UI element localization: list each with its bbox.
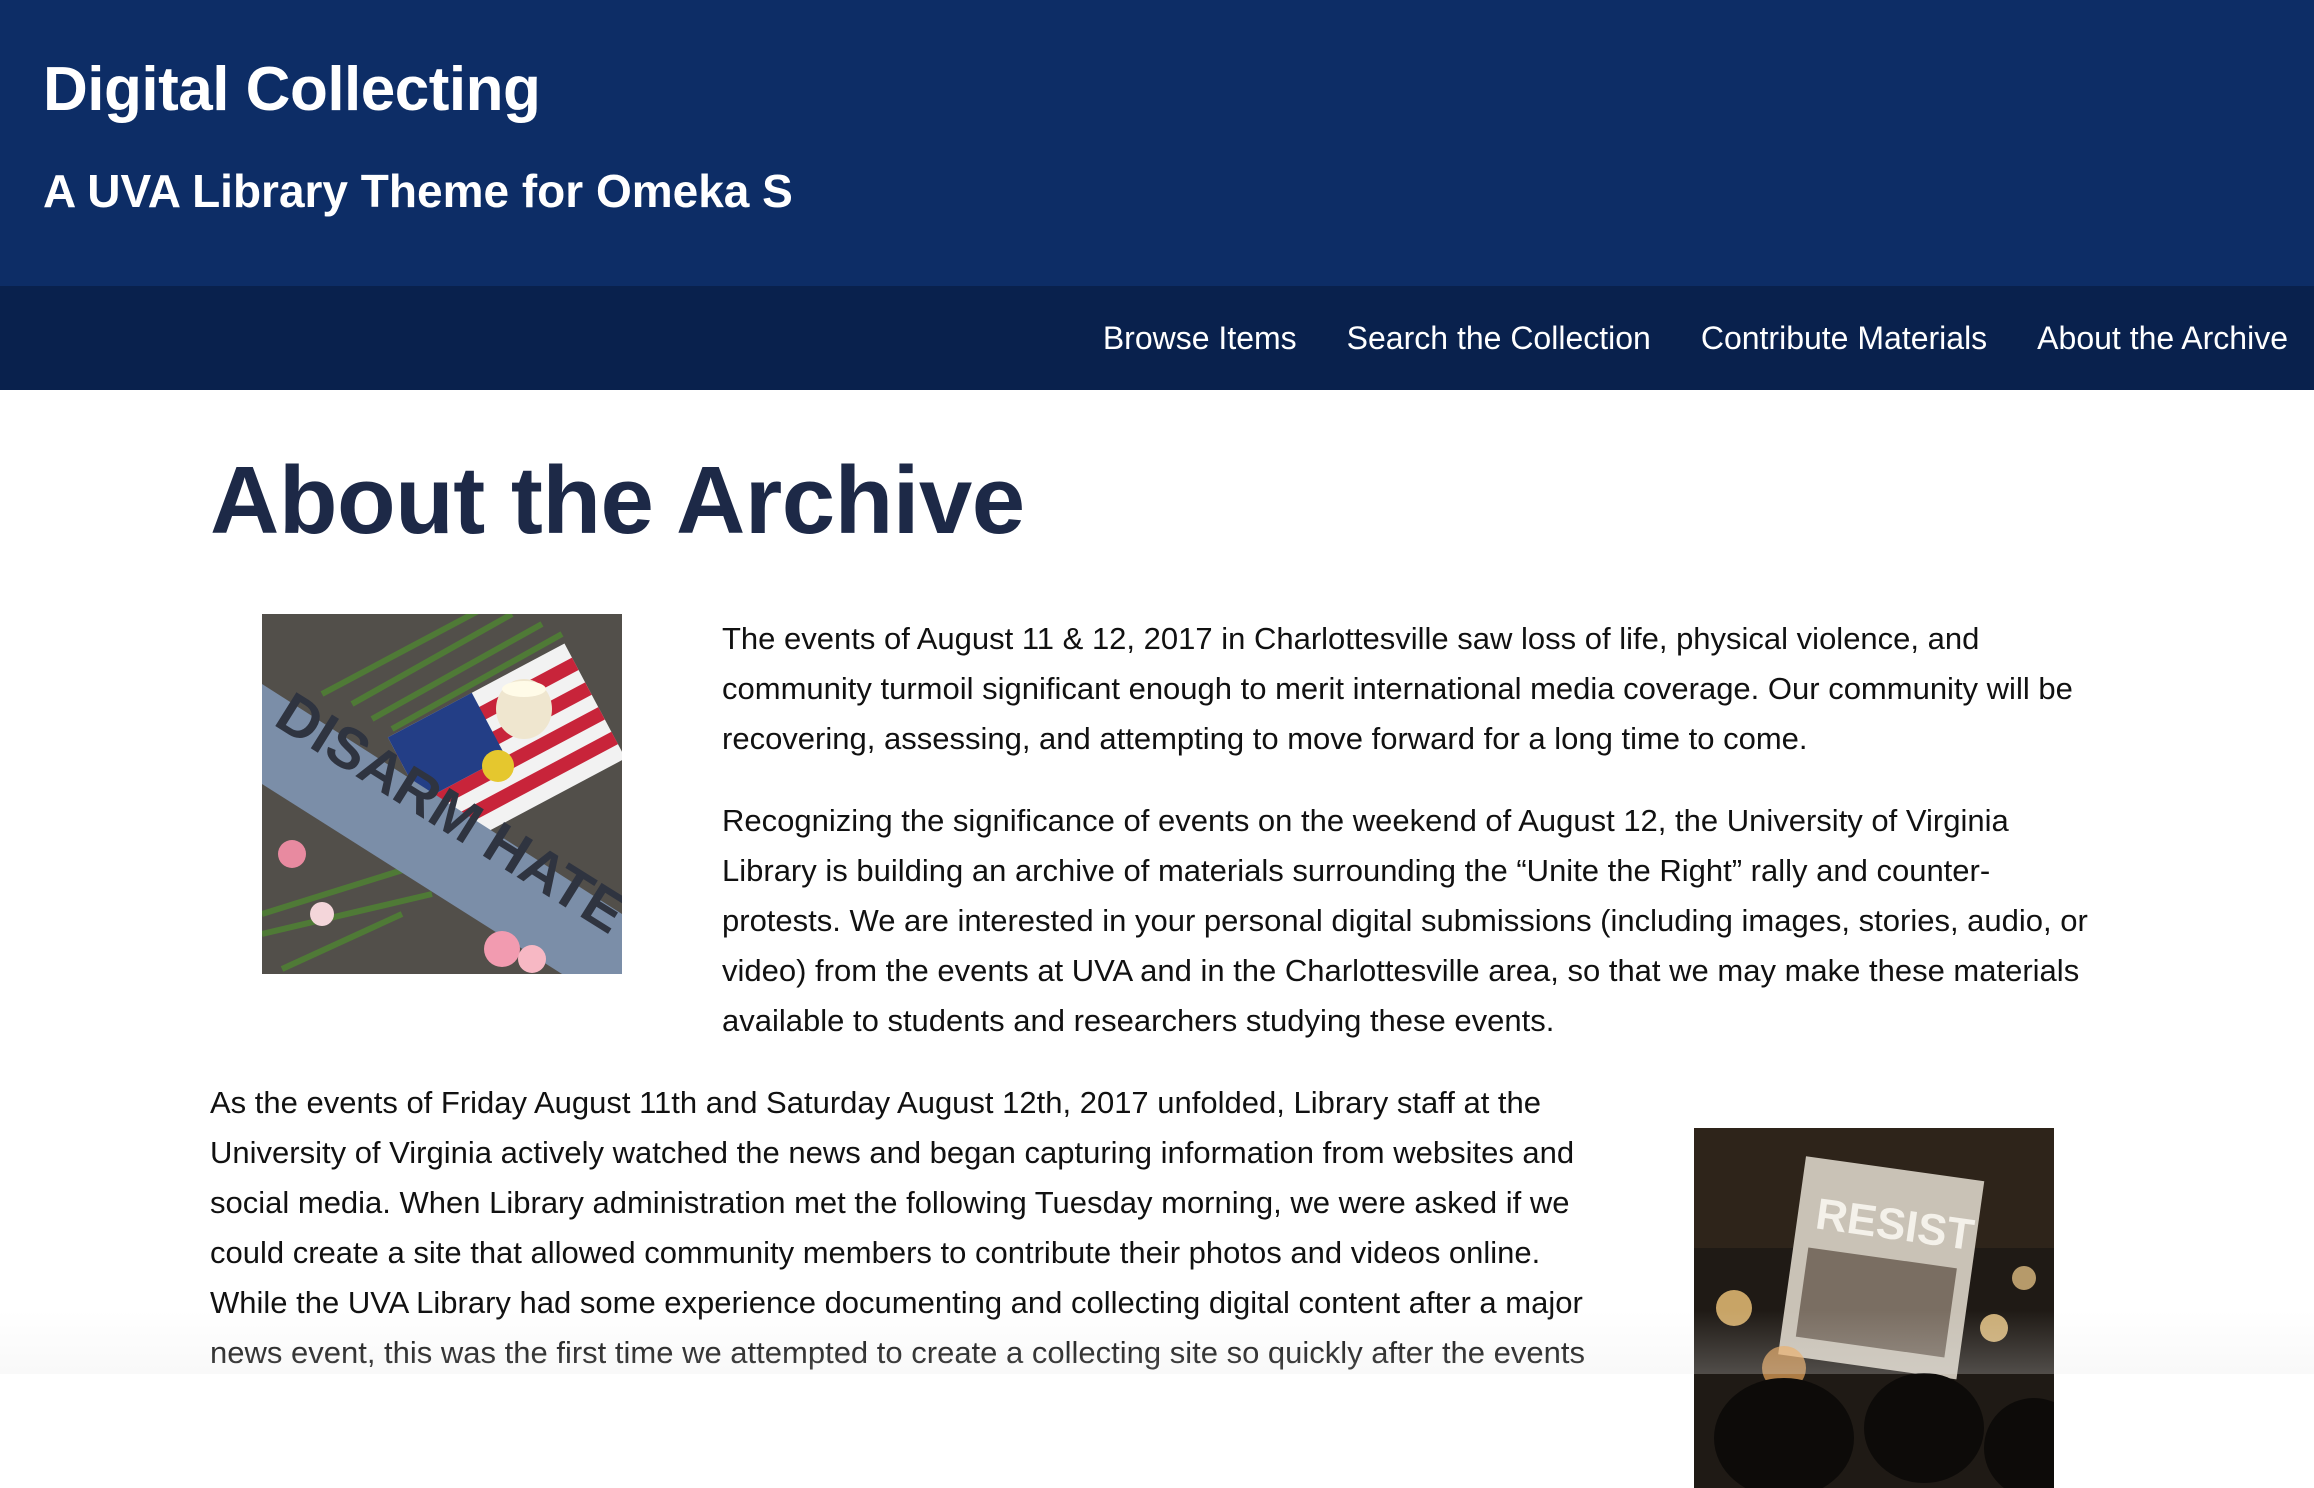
memorial-photo-graphic: DISARM HATE (262, 614, 622, 974)
nav-link-search-collection[interactable]: Search the Collection (1347, 320, 1651, 356)
site-title[interactable]: Digital Collecting (43, 55, 541, 124)
resist-protest-photo[interactable]: RESIST (1694, 1128, 2054, 1488)
memorial-photo[interactable]: DISARM HATE (262, 614, 622, 974)
nav-item-about-archive: About the Archive (2037, 320, 2288, 357)
main-navigation: Browse Items Search the Collection Contr… (0, 286, 2314, 390)
nav-list: Browse Items Search the Collection Contr… (1103, 286, 2288, 390)
site-subtitle: A UVA Library Theme for Omeka S (43, 165, 793, 217)
history-paragraph: As the events of Friday August 11th and … (210, 1085, 1585, 1370)
resist-photo-graphic: RESIST (1694, 1128, 2054, 1488)
nav-link-browse-items[interactable]: Browse Items (1103, 320, 1297, 356)
nav-item-contribute-materials: Contribute Materials (1701, 320, 1987, 357)
nav-item-browse-items: Browse Items (1103, 320, 1297, 357)
nav-item-search-collection: Search the Collection (1347, 320, 1651, 357)
nav-link-about-archive[interactable]: About the Archive (2037, 320, 2288, 356)
site-header: Digital Collecting A UVA Library Theme f… (0, 0, 2314, 286)
significance-paragraph: Recognizing the significance of events o… (722, 803, 2088, 1038)
nav-link-contribute-materials[interactable]: Contribute Materials (1701, 320, 1987, 356)
intro-paragraph: The events of August 11 & 12, 2017 in Ch… (722, 621, 2073, 756)
page-title: About the Archive (210, 447, 1025, 554)
